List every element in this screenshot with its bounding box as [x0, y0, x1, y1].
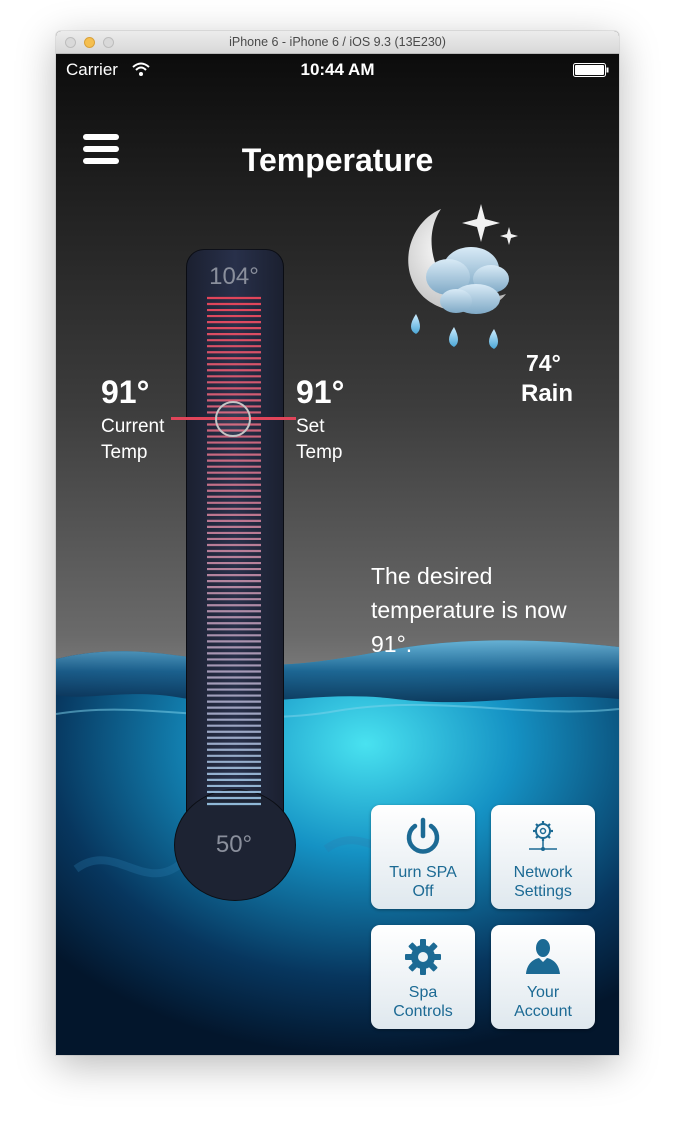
current-temp-label-line2: Temp	[101, 442, 148, 463]
tile-label-line2: Off	[412, 883, 434, 900]
battery-icon	[573, 63, 609, 77]
current-temp-value: 91°	[101, 374, 150, 410]
app-screen: Carrier 10:44 AM Temperature 74° Rain 91…	[56, 54, 619, 1055]
status-message: The desired temperature is now 91°.	[371, 563, 567, 657]
thermometer-slider[interactable]: 104° 50°	[171, 249, 296, 919]
network-settings-button[interactable]: Network Settings	[491, 805, 595, 909]
simulator-title: iPhone 6 - iPhone 6 / iOS 9.3 (13E230)	[229, 35, 446, 49]
user-icon	[526, 939, 560, 974]
tile-label: Your Account	[491, 983, 595, 1021]
network-gear-icon	[529, 821, 557, 851]
current-temp-label-line1: Current	[101, 416, 165, 437]
simulator-titlebar: iPhone 6 - iPhone 6 / iOS 9.3 (13E230)	[56, 31, 619, 54]
set-temp-label-line2: Temp	[296, 442, 343, 463]
thermometer-scale	[207, 296, 261, 806]
moon-cloud-rain-icon	[408, 204, 518, 349]
thermometer-handle[interactable]	[215, 400, 251, 437]
simulator-window: iPhone 6 - iPhone 6 / iOS 9.3 (13E230) C…	[56, 31, 619, 1055]
thermometer-min-label: 50°	[215, 831, 253, 858]
spa-controls-button[interactable]: Spa Controls	[371, 925, 475, 1029]
tile-label: Network Settings	[491, 863, 595, 901]
tile-label-line1: Turn SPA	[389, 864, 457, 881]
your-account-button[interactable]: Your Account	[491, 925, 595, 1029]
tile-label-line1: Network	[513, 864, 573, 881]
status-time: 10:44 AM	[300, 60, 375, 79]
power-icon	[406, 817, 440, 854]
turn-spa-off-button[interactable]: Turn SPA Off	[371, 805, 475, 909]
tile-label-line2: Account	[514, 1003, 572, 1020]
tile-label-line1: Spa	[408, 984, 438, 1001]
tile-label-line2: Controls	[393, 1003, 453, 1020]
tile-label: Spa Controls	[371, 983, 475, 1021]
status-bar: Carrier 10:44 AM	[56, 54, 619, 88]
page-title: Temperature	[241, 142, 434, 178]
set-temp-label-line1: Set	[296, 416, 325, 437]
thermometer-max-label: 104°	[209, 263, 259, 290]
set-temp-value: 91°	[296, 374, 345, 410]
weather-temperature: 74°	[526, 350, 561, 376]
tile-label-line1: Your	[526, 984, 560, 1001]
tile-label: Turn SPA Off	[371, 863, 475, 901]
gear-icon	[405, 939, 441, 975]
tile-label-line2: Settings	[514, 883, 572, 900]
weather-condition: Rain	[521, 380, 574, 407]
